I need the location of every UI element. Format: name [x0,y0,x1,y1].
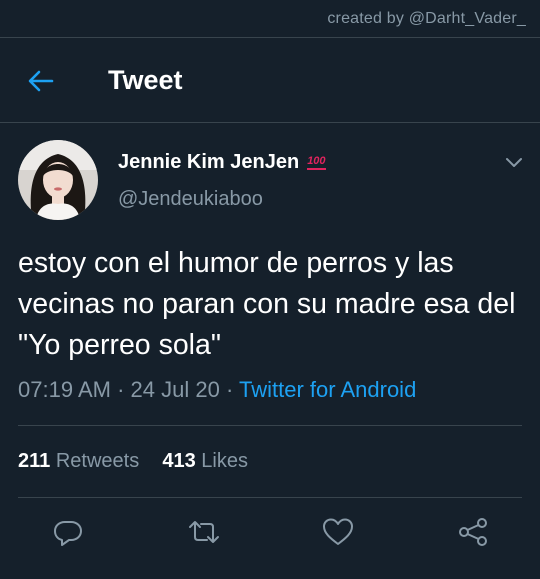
tweet-text: estoy con el humor de perros y las vecin… [18,247,516,361]
likes-stat[interactable]: 413 Likes [162,450,248,472]
meta-separator: · [117,377,125,402]
share-icon [459,518,487,546]
likes-label: Likes [201,450,248,472]
watermark: created by @Darht_Vader_ [327,10,526,27]
retweet-icon [189,521,219,543]
tweet-date: 24 Jul 20 [130,377,220,402]
share-button[interactable] [456,515,490,549]
watermark-bar: created by @Darht_Vader_ [0,0,540,38]
avatar[interactable] [18,140,98,220]
like-button[interactable] [321,515,355,549]
page-title: Tweet [108,65,183,95]
user-name-row: Jennie Kim JenJen 100 [118,151,326,174]
tweet-time: 07:19 AM [18,377,111,402]
user-handle[interactable]: @Jendeukiaboo [118,188,263,211]
meta-separator: · [225,377,234,402]
retweet-button[interactable] [187,515,221,549]
divider [18,425,522,426]
display-name[interactable]: Jennie Kim JenJen [118,151,299,174]
divider [18,497,522,498]
avatar-image [18,140,98,220]
hundred-points-icon: 100 [307,155,326,170]
arrow-left-icon [28,70,54,92]
tweet-stats: 211 Retweets 413 Likes [18,450,248,473]
tweet-meta: 07:19 AM · 24 Jul 20 · Twitter for Andro… [18,377,416,403]
reply-icon [54,521,82,546]
reply-button[interactable] [51,515,85,549]
retweets-stat[interactable]: 211 Retweets [18,450,145,472]
chevron-down-icon [506,158,522,167]
retweets-label: Retweets [55,450,140,472]
retweets-count: 211 [18,450,51,472]
tweet-source-link[interactable]: Twitter for Android [239,377,416,402]
back-button[interactable] [26,66,56,96]
heart-icon [323,518,353,545]
likes-count: 413 [162,450,196,472]
tweet-header: Tweet [0,38,540,123]
more-options-button[interactable] [503,151,525,173]
